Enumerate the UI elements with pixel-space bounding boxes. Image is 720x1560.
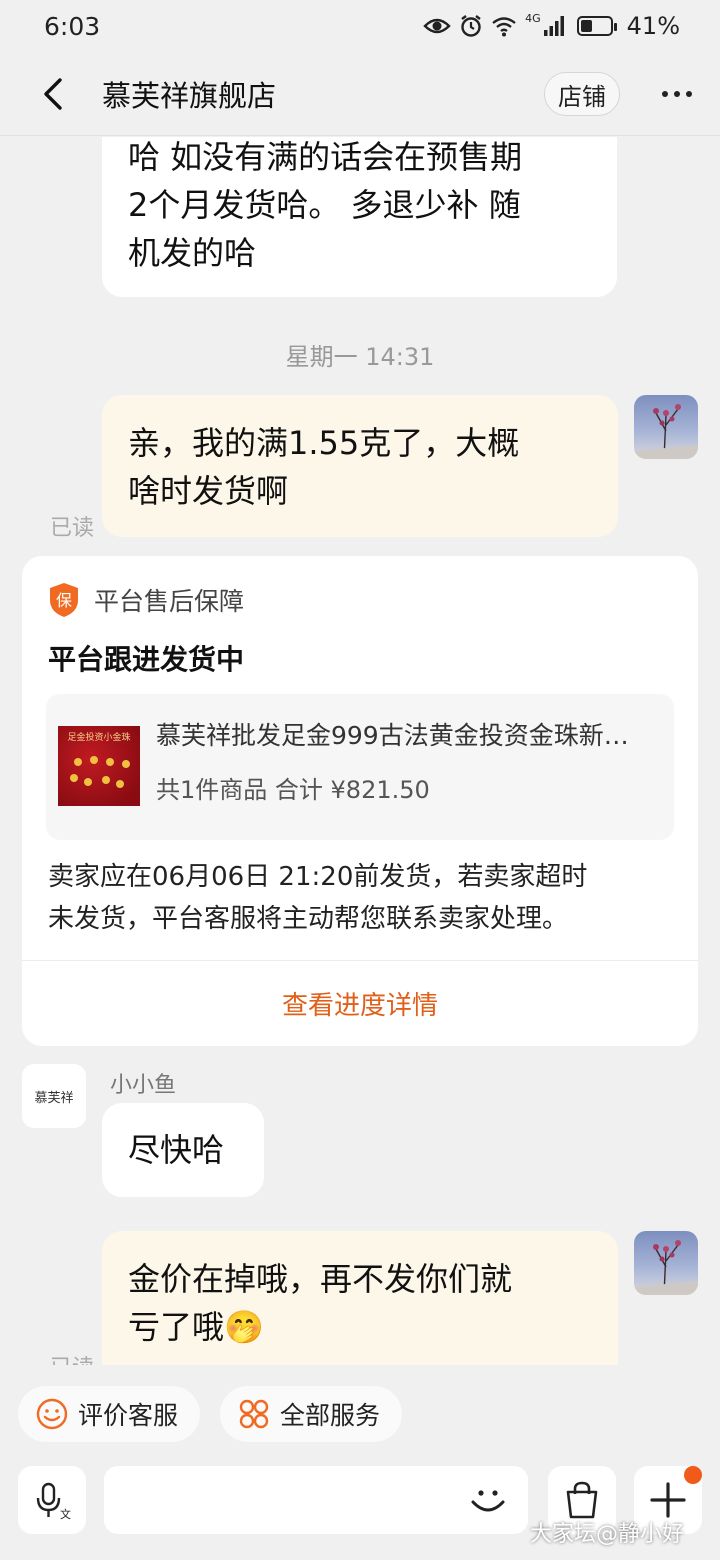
- microphone-icon: 文: [36, 1482, 71, 1520]
- rate-service-button[interactable]: 评价客服: [18, 1386, 200, 1442]
- card-brand: 保 平台售后保障: [48, 582, 244, 618]
- product-thumbnail: 足金投资小金珠: [58, 726, 140, 806]
- flower-avatar-image: [634, 404, 698, 459]
- sender-name: 小小鱼: [110, 1073, 177, 1098]
- read-status: 已读: [50, 516, 95, 541]
- smirk-emoji-icon: 🤭: [224, 1308, 264, 1346]
- product-total: 共1件商品 合计 ¥821.50: [156, 776, 430, 804]
- outgoing-message-bubble[interactable]: 亲，我的满1.55克了，大概 啥时发货啊: [102, 395, 618, 537]
- more-dot-icon: [686, 91, 692, 97]
- incoming-message-bubble[interactable]: 哈 如没有满的话会在预售期 2个月发货哈。 多退少补 随 机发的哈: [102, 137, 617, 297]
- notice-line: 卖家应在06月06日 21:20前发货，若卖家超时: [48, 862, 588, 892]
- more-dot-icon: [674, 91, 680, 97]
- card-brand-label: 平台售后保障: [94, 587, 245, 616]
- shop-avatar[interactable]: 慕芙祥: [22, 1064, 86, 1128]
- page-title: 慕芙祥旗舰店: [102, 78, 277, 113]
- notice-line: 未发货，平台客服将主动帮您联系卖家处理。: [48, 904, 569, 934]
- shop-button[interactable]: 店铺: [544, 72, 620, 116]
- outgoing-message-bubble[interactable]: 金价在掉哦，再不发你们就 亏了哦🤭: [102, 1231, 618, 1365]
- message-input[interactable]: [104, 1466, 528, 1534]
- timestamp-separator: 星期一 14:31: [285, 343, 435, 371]
- incoming-message-bubble[interactable]: 尽快哈: [102, 1103, 264, 1197]
- shopping-bag-icon: [566, 1481, 598, 1519]
- status-bar: 6:03 4G 41%: [0, 0, 720, 52]
- message-text-line: 机发的哈: [128, 234, 257, 272]
- all-services-label: 全部服务: [280, 1401, 381, 1430]
- battery-percent: 41%: [626, 12, 680, 40]
- voice-input-button[interactable]: 文: [18, 1466, 86, 1534]
- network-type-label: 4G: [525, 11, 541, 25]
- after-sales-card: 保 平台售后保障 平台跟进发货中 足金投资小金珠 慕芙祥批发足金999古法黄金投…: [22, 556, 698, 1046]
- rate-service-label: 评价客服: [78, 1401, 179, 1430]
- battery-icon: [576, 16, 617, 36]
- user-avatar[interactable]: [634, 395, 698, 459]
- chat-messages[interactable]: 哈 如没有满的话会在预售期 2个月发货哈。 多退少补 随 机发的哈 星期一 14…: [0, 137, 720, 1365]
- product-name: 慕芙祥批发足金999古法黄金投资金珠新…: [156, 721, 629, 750]
- card-title: 平台跟进发货中: [48, 643, 245, 676]
- all-services-button[interactable]: 全部服务: [220, 1386, 402, 1442]
- shipping-notice: 卖家应在06月06日 21:20前发货，若卖家超时 未发货，平台客服将主动帮您联…: [48, 856, 678, 940]
- wifi-icon: [492, 17, 516, 37]
- back-button[interactable]: [18, 52, 88, 136]
- message-text-line: 亲，我的满1.55克了，大概: [128, 424, 520, 462]
- shield-icon: 保: [50, 583, 78, 617]
- user-avatar[interactable]: [634, 1231, 698, 1295]
- alarm-icon: [461, 15, 481, 37]
- watermark: 大家坛@静小好: [530, 1522, 685, 1547]
- gold-beads-image: [70, 756, 130, 788]
- message-text-line: 亏了哦🤭: [128, 1303, 592, 1351]
- status-icons: 4G 41%: [423, 12, 680, 40]
- message-text-line: 啥时发货啊: [128, 472, 289, 510]
- message-text: 尽快哈: [128, 1131, 225, 1169]
- more-dot-icon: [662, 91, 668, 97]
- smiley-icon: [36, 1398, 68, 1430]
- flower-avatar-image: [634, 1240, 698, 1295]
- signal-icon: [543, 16, 564, 36]
- shield-badge-char: 保: [56, 591, 72, 610]
- notification-dot: [684, 1466, 702, 1484]
- message-text-line: 哈 如没有满的话会在预售期: [128, 138, 523, 176]
- message-text-line: 金价在掉哦，再不发你们就: [128, 1260, 513, 1298]
- svg-text:文: 文: [60, 1507, 71, 1520]
- message-text-line: 2个月发货哈。 多退少补 随: [128, 186, 521, 224]
- grid-services-icon: [239, 1399, 269, 1429]
- message-text: 亏了哦: [128, 1308, 225, 1346]
- more-options-button[interactable]: [652, 72, 702, 116]
- product-summary[interactable]: 足金投资小金珠 慕芙祥批发足金999古法黄金投资金珠新… 共1件商品 合计 ¥8…: [46, 694, 674, 840]
- chat-header: 慕芙祥旗舰店 店铺: [0, 52, 720, 136]
- read-status: 已读: [50, 1350, 94, 1365]
- status-time: 6:03: [44, 11, 101, 41]
- view-progress-link[interactable]: 查看进度详情: [22, 960, 698, 1046]
- emoji-face-icon: [471, 1490, 505, 1512]
- eye-icon: [423, 18, 451, 34]
- plus-icon: [650, 1482, 686, 1518]
- chevron-left-icon: [44, 77, 62, 110]
- emoji-button[interactable]: [466, 1478, 510, 1522]
